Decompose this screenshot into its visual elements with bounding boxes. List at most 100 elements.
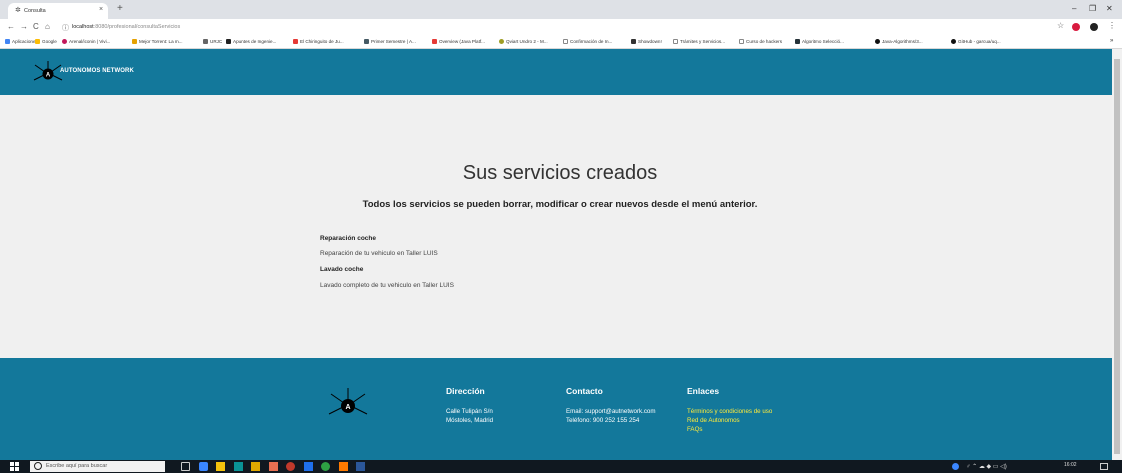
system-tray-icons[interactable]: ♂ ⌃ ☁ ◆ ▭ ◁) [966,463,1007,470]
bookmark-label: Qviart Undro 2 - M... [506,39,548,44]
footer-address-heading: Dirección [446,386,485,396]
bookmark-label: GitHub - garcua/uq... [958,39,1001,44]
logo-icon[interactable]: A [33,61,63,83]
footer-link-terms[interactable]: Términos y condiciones de uso [687,408,772,415]
reload-icon[interactable]: C [33,22,39,32]
browser-tab-strip: ✲ Consulta × + – ❐ ✕ [0,0,1122,19]
bookmark-item[interactable]: Curso de hackers [739,39,782,44]
bookmark-item[interactable]: Showdown! [631,39,662,44]
minimize-icon[interactable]: – [1072,4,1076,14]
web-page: A AUTONOMOS NETWORK Sus servicios creado… [0,49,1112,460]
page-scrollbar[interactable] [1112,49,1122,460]
bookmarks-bar: Aplicaciones Google Arenal/iconin | Vivi… [0,36,1122,49]
bookmark-item[interactable]: Confirmación de In... [563,39,612,44]
site-footer: A Dirección Calle Tulipán S/n Móstoles, … [0,358,1112,460]
bookmark-label: URJC [210,39,223,44]
notifications-icon[interactable] [1100,463,1108,470]
close-window-icon[interactable]: ✕ [1106,4,1113,14]
taskbar-search-box[interactable]: Escribe aquí para buscar [30,461,165,472]
svg-text:A: A [46,73,51,79]
word-icon[interactable] [356,462,365,471]
taskbar-app-icon[interactable] [199,462,208,471]
bookmark-label: Mejor Torrent: La m... [139,39,183,44]
search-placeholder: Escribe aquí para buscar [46,463,108,469]
forward-icon[interactable]: → [20,22,28,32]
profile-avatar[interactable] [1090,23,1098,31]
footer-links-heading: Enlaces [687,386,720,396]
bookmark-star-icon[interactable]: ☆ [1057,21,1064,31]
page-subtitle: Todos los servicios se pueden borrar, mo… [362,199,758,210]
site-header: A AUTONOMOS NETWORK [0,49,1112,95]
windows-start-icon[interactable] [10,462,19,471]
footer-link-network[interactable]: Red de Autonomos [687,417,740,424]
bookmark-item[interactable]: Google [35,39,57,44]
more-bookmarks-icon[interactable]: » [1110,38,1113,44]
service-description: Lavado completo de tu vehiculo en Taller… [320,282,454,289]
bookmark-item[interactable]: Trámites y Servicios... [673,39,725,44]
service-description: Reparación de tu vehiculo en Taller LUIS [320,250,438,257]
bookmark-item[interactable]: Mejor Torrent: La m... [132,39,183,44]
scrollbar-thumb[interactable] [1114,59,1120,454]
footer-link-faqs[interactable]: FAQs [687,426,702,433]
bookmark-item[interactable]: Primer Semestre | A... [364,39,416,44]
bookmark-label: El Chiringuito de Ju... [300,39,344,44]
footer-contact-heading: Contacto [566,386,603,396]
page-title: Sus servicios creados [462,162,658,184]
new-tab-icon[interactable]: + [117,3,123,15]
tab-title: Consulta [24,8,46,14]
bookmark-apps[interactable]: Aplicaciones [5,39,38,44]
taskbar-app-icon[interactable] [339,462,348,471]
back-icon[interactable]: ← [7,22,15,32]
taskbar-app-icon[interactable] [304,462,313,471]
bookmark-item[interactable]: El Chiringuito de Ju... [293,39,344,44]
task-view-icon[interactable] [181,462,190,471]
service-name: Reparación coche [320,235,376,242]
home-icon[interactable]: ⌂ [45,22,50,32]
bookmark-item[interactable]: Arenal/iconin | Vivi... [62,39,110,44]
chrome-icon[interactable] [321,462,330,471]
clock[interactable]: 16:02 [1064,462,1077,468]
bookmark-item[interactable]: Apuntes de Ingenie... [226,39,276,44]
bookmark-label: Confirmación de In... [570,39,613,44]
store-icon[interactable] [234,462,243,471]
brand-name[interactable]: AUTONOMOS NETWORK [60,68,134,74]
close-tab-icon[interactable]: × [99,6,103,13]
menu-kebab-icon[interactable]: ⋮ [1108,21,1116,31]
bookmark-label: Overview (Java Platf... [439,39,485,44]
windows-taskbar: Escribe aquí para buscar ♂ ⌃ ☁ ◆ ▭ ◁) 16… [0,460,1122,473]
url-host: localhost [72,24,94,30]
bookmark-label: Aplicaciones [12,39,38,44]
bookmark-item[interactable]: URJC [203,39,222,44]
browser-toolbar: ← → C ⌂ ⓘ localhost:8080/profesional/con… [0,19,1122,36]
bookmark-label: Curso de hackers [746,39,783,44]
bookmark-label: Google [42,39,57,44]
bookmark-label: Arenal/iconin | Vivi... [69,39,111,44]
bookmark-label: Trámites y Servicios... [680,39,726,44]
url-path: :8080/profesional/consultaServicios [93,24,181,30]
site-info-icon[interactable]: ⓘ [62,23,69,33]
maximize-icon[interactable]: ❐ [1089,4,1096,14]
bookmark-item[interactable]: Java-Algorithms/3... [875,39,923,44]
cortana-icon [34,462,42,470]
svg-text:A: A [345,404,350,411]
taskbar-app-icon[interactable] [286,462,295,471]
footer-address-line: Móstoles, Madrid [446,417,494,424]
bookmark-item[interactable]: Qviart Undro 2 - M... [499,39,548,44]
bookmark-item[interactable]: Overview (Java Platf... [432,39,485,44]
address-bar[interactable]: ⓘ localhost:8080/profesional/consultaSer… [62,21,1047,34]
bookmark-label: Algoritmo Selecció... [802,39,844,44]
service-name: Lavado coche [320,266,364,273]
people-icon[interactable] [952,463,959,470]
taskbar-app-icon[interactable] [251,462,260,471]
browser-tab[interactable]: ✲ Consulta × [8,3,108,19]
bookmark-label: Showdown! [638,39,662,44]
favicon-icon: ✲ [15,7,21,14]
bookmark-label: Primer Semestre | A... [371,39,416,44]
taskbar-app-icon[interactable] [269,462,278,471]
extension-icon[interactable] [1072,23,1080,31]
footer-logo-icon: A [328,388,368,415]
bookmark-item[interactable]: GitHub - garcua/uq... [951,39,1001,44]
file-explorer-icon[interactable] [216,462,225,471]
bookmark-item[interactable]: Algoritmo Selecció... [795,39,844,44]
bookmark-label: Java-Algorithms/3... [882,39,923,44]
